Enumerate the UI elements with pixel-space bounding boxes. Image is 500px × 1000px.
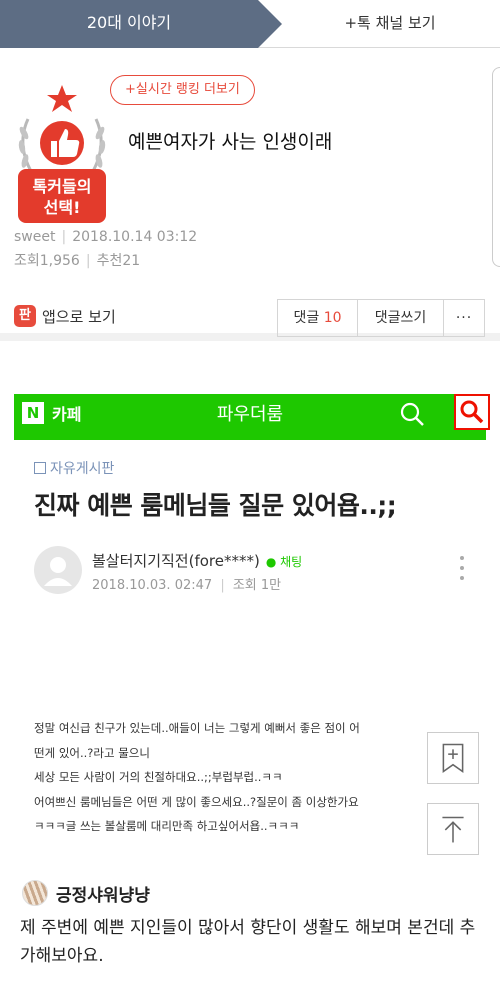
comment-avatar [22,880,48,906]
scroll-top-button[interactable] [427,803,479,855]
post-title: 예쁜여자가 사는 인생이래 [128,131,333,153]
embedded-date: 2018.10.03. 02:47 [92,578,213,593]
embedded-views: 조회 1만 [232,578,282,593]
comment-text: 제 주변에 예쁜 지인들이 많아서 향단이 생활도 해보며 본건데 추가해보아요… [20,918,476,966]
post-author[interactable]: sweet [14,229,55,245]
board-name: 자유게시판 [50,461,115,477]
tab-20s-story[interactable]: 20대 이야기 [0,0,282,48]
post-views: 조회1,956 [14,253,80,269]
badge-line2: 선택! [44,198,81,217]
write-comment-button[interactable]: 댓글쓰기 [358,300,444,336]
app-view-button[interactable]: 판 앱으로 보기 [14,305,116,327]
arrow-up-icon [442,816,464,843]
body-line: 세상 모든 사람이 거의 친절하대요..;;부럽부럽..ㅋㅋ [34,770,283,784]
app-view-label: 앱으로 보기 [42,307,116,326]
kebab-menu-icon [458,556,466,586]
more-button[interactable]: ··· [444,300,484,336]
tab-20s-story-label: 20대 이야기 [86,13,172,32]
body-line: 떤게 있어..?라고 물으니 [34,745,150,760]
search-box-icon [460,400,484,424]
default-avatar-icon [44,557,72,586]
board-list-icon [34,462,46,474]
cafe-header-bar: N 카페 파우더룸 [14,394,490,440]
post-actions: 판 앱으로 보기 댓글 10 댓글쓰기 ··· [0,299,500,339]
chat-label: 채팅 [280,555,303,569]
comments-count: 10 [323,310,342,326]
body-line: 정말 여신급 친구가 있는데..애들이 너는 그렇게 예뻐서 좋은 점이 어 [34,721,360,735]
pann-app-icon: 판 [14,305,36,327]
side-panel-edge[interactable] [492,67,500,267]
embedded-post-title: 진짜 예쁜 룸메님들 질문 있어욥..;; [34,491,397,520]
post-recommends: 추천21 [96,253,141,269]
realtime-ranking-button[interactable]: +실시간 랭킹 더보기 [110,75,255,105]
comment-author: 긍정샤워냥냥 [56,886,150,906]
embedded-meta: 2018.10.03. 02:47 | 조회 1만 [92,578,282,593]
avatar [34,546,82,594]
tab-channel-view[interactable]: +톡 채널 보기 [300,0,480,46]
post-header: 톡커들의 선택! +실시간 랭킹 더보기 예쁜여자가 사는 인생이래 sweet… [0,49,500,341]
embedded-author: 볼살터지기직전(fore****) ● 채팅 [92,550,302,571]
comment-button-group: 댓글 10 댓글쓰기 ··· [277,299,485,337]
comments-button[interactable]: 댓글 10 [278,300,358,336]
bookmark-button[interactable] [427,732,479,784]
comments-label: 댓글 [293,310,320,326]
body-line: ㅋㅋㅋ글 쓰는 볼살룸메 대리만족 하고싶어서욥..ㅋㅋㅋ [34,819,300,833]
body-line: 어여쁘신 룸메님들은 어떤 게 많이 좋으세요..?질문이 좀 이상한가요 [34,794,359,809]
search-box-highlight [454,394,490,430]
post-datetime: 2018.10.14 03:12 [72,229,198,245]
bookmark-plus-icon [442,743,464,773]
top-tab-bar: 20대 이야기 +톡 채널 보기 [0,0,500,48]
board-breadcrumb: 자유게시판 [34,458,114,478]
chat-link: ● 채팅 [265,555,303,569]
post-meta-line1: sweet | 2018.10.14 03:12 [14,229,198,245]
search-icon [400,402,424,426]
post-meta-line2: 조회1,956 | 추천21 [14,253,141,269]
badge-line1: 톡커들의 [33,177,92,196]
embedded-body: 정말 여신급 친구가 있는데..애들이 너는 그렇게 예뻐서 좋은 점이 어 떤… [34,716,474,839]
embedded-author-name: 볼살터지기직전(fore****) [92,552,260,570]
